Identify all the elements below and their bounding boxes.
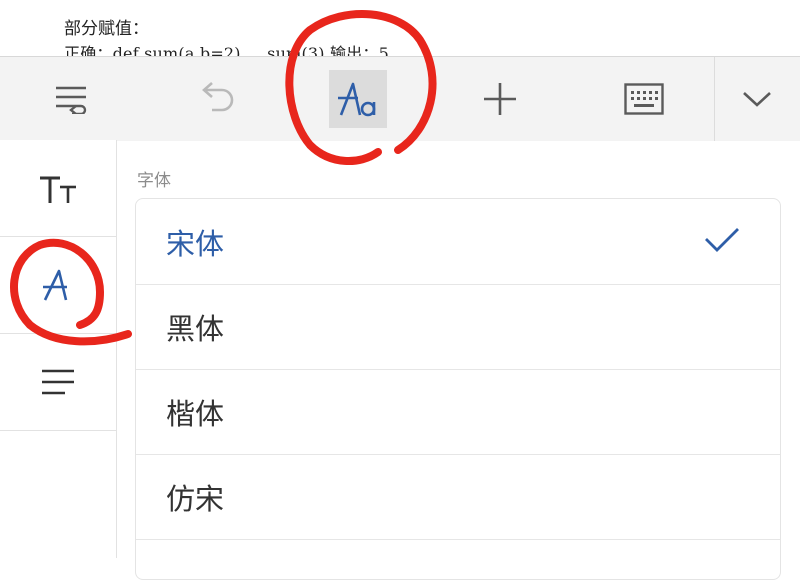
insert-plus-icon xyxy=(484,83,516,115)
font-option-kaiti[interactable]: 楷体 xyxy=(136,369,780,455)
document-text-line: 正确：def sum(a,b=2) ... sum(3) 输出：5 xyxy=(64,44,389,56)
keyboard-button[interactable] xyxy=(612,57,676,141)
font-list: 宋体 黑体 楷体 仿宋 xyxy=(135,198,781,580)
check-icon xyxy=(705,228,739,252)
font-option-songti[interactable]: 宋体 xyxy=(136,199,780,285)
font-option-heiti[interactable]: 黑体 xyxy=(136,284,780,370)
format-tab-rail xyxy=(0,140,117,558)
font-icon xyxy=(43,269,68,301)
tab-text-size[interactable] xyxy=(0,140,116,237)
collapse-chevron-icon xyxy=(743,92,771,107)
undo-icon xyxy=(202,82,234,112)
insert-button[interactable] xyxy=(470,57,530,141)
text-size-icon xyxy=(40,176,76,203)
font-option-label: 楷体 xyxy=(166,397,225,431)
editor-toolbar xyxy=(0,56,800,141)
toolbar-divider xyxy=(714,57,715,141)
document-text-line: 部分赋值： xyxy=(64,19,149,39)
tab-font[interactable] xyxy=(0,237,116,334)
paragraph-align-icon xyxy=(42,369,74,395)
font-option-label: 宋体 xyxy=(166,227,225,261)
font-option-fangsong[interactable]: 仿宋 xyxy=(136,454,780,540)
section-title-font: 字体 xyxy=(137,171,171,191)
font-style-icon xyxy=(338,82,376,117)
font-style-active-bg xyxy=(329,70,387,128)
collapse-toolbar-button[interactable] xyxy=(726,57,788,141)
paragraph-format-icon xyxy=(56,86,87,114)
font-option-label: 仿宋 xyxy=(166,482,225,516)
font-style-button[interactable] xyxy=(328,57,388,141)
undo-button[interactable] xyxy=(186,57,246,141)
document-preview: 部分赋值： 正确：def sum(a,b=2) ... sum(3) 输出：5 xyxy=(0,0,800,56)
paragraph-format-button[interactable] xyxy=(42,57,102,141)
keyboard-icon xyxy=(624,83,664,115)
tab-paragraph[interactable] xyxy=(0,334,116,431)
font-option-label: 黑体 xyxy=(166,312,225,346)
